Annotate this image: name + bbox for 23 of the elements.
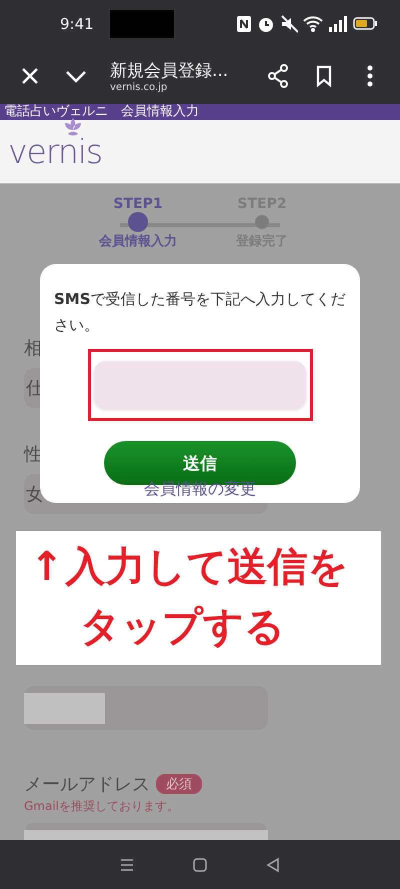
note-arrow: ↑	[30, 543, 64, 592]
note-text: 入力して送信を	[66, 543, 349, 592]
signal-icon	[328, 14, 348, 34]
status-time: 9:41	[60, 15, 94, 33]
page-url: vernis.co.jp	[110, 82, 168, 93]
mute-icon	[280, 14, 298, 34]
site-banner: 電話占いヴェルニ 会員情報入力	[0, 104, 400, 120]
field-note: Gmailを推奨しております。	[24, 798, 180, 815]
field-label: 性	[24, 443, 42, 466]
redaction-block	[110, 10, 174, 38]
step-label: 会員情報入力	[99, 232, 177, 250]
note-text: タップする	[79, 603, 286, 652]
required-badge: 必須	[156, 774, 202, 794]
field-label: メールアドレス	[24, 773, 150, 796]
page-title: 新規会員登録...	[110, 60, 230, 82]
logo-wordmark: vernis	[8, 132, 102, 171]
input-field[interactable]	[24, 686, 268, 730]
nfc-icon	[236, 14, 252, 34]
step-title: STEP1	[113, 196, 163, 212]
flower-icon	[62, 116, 84, 138]
wifi-icon	[303, 14, 323, 34]
dialog-message: SMSで受信した番号を下記へ入力してください。	[54, 289, 346, 336]
code-field[interactable]	[94, 361, 306, 409]
